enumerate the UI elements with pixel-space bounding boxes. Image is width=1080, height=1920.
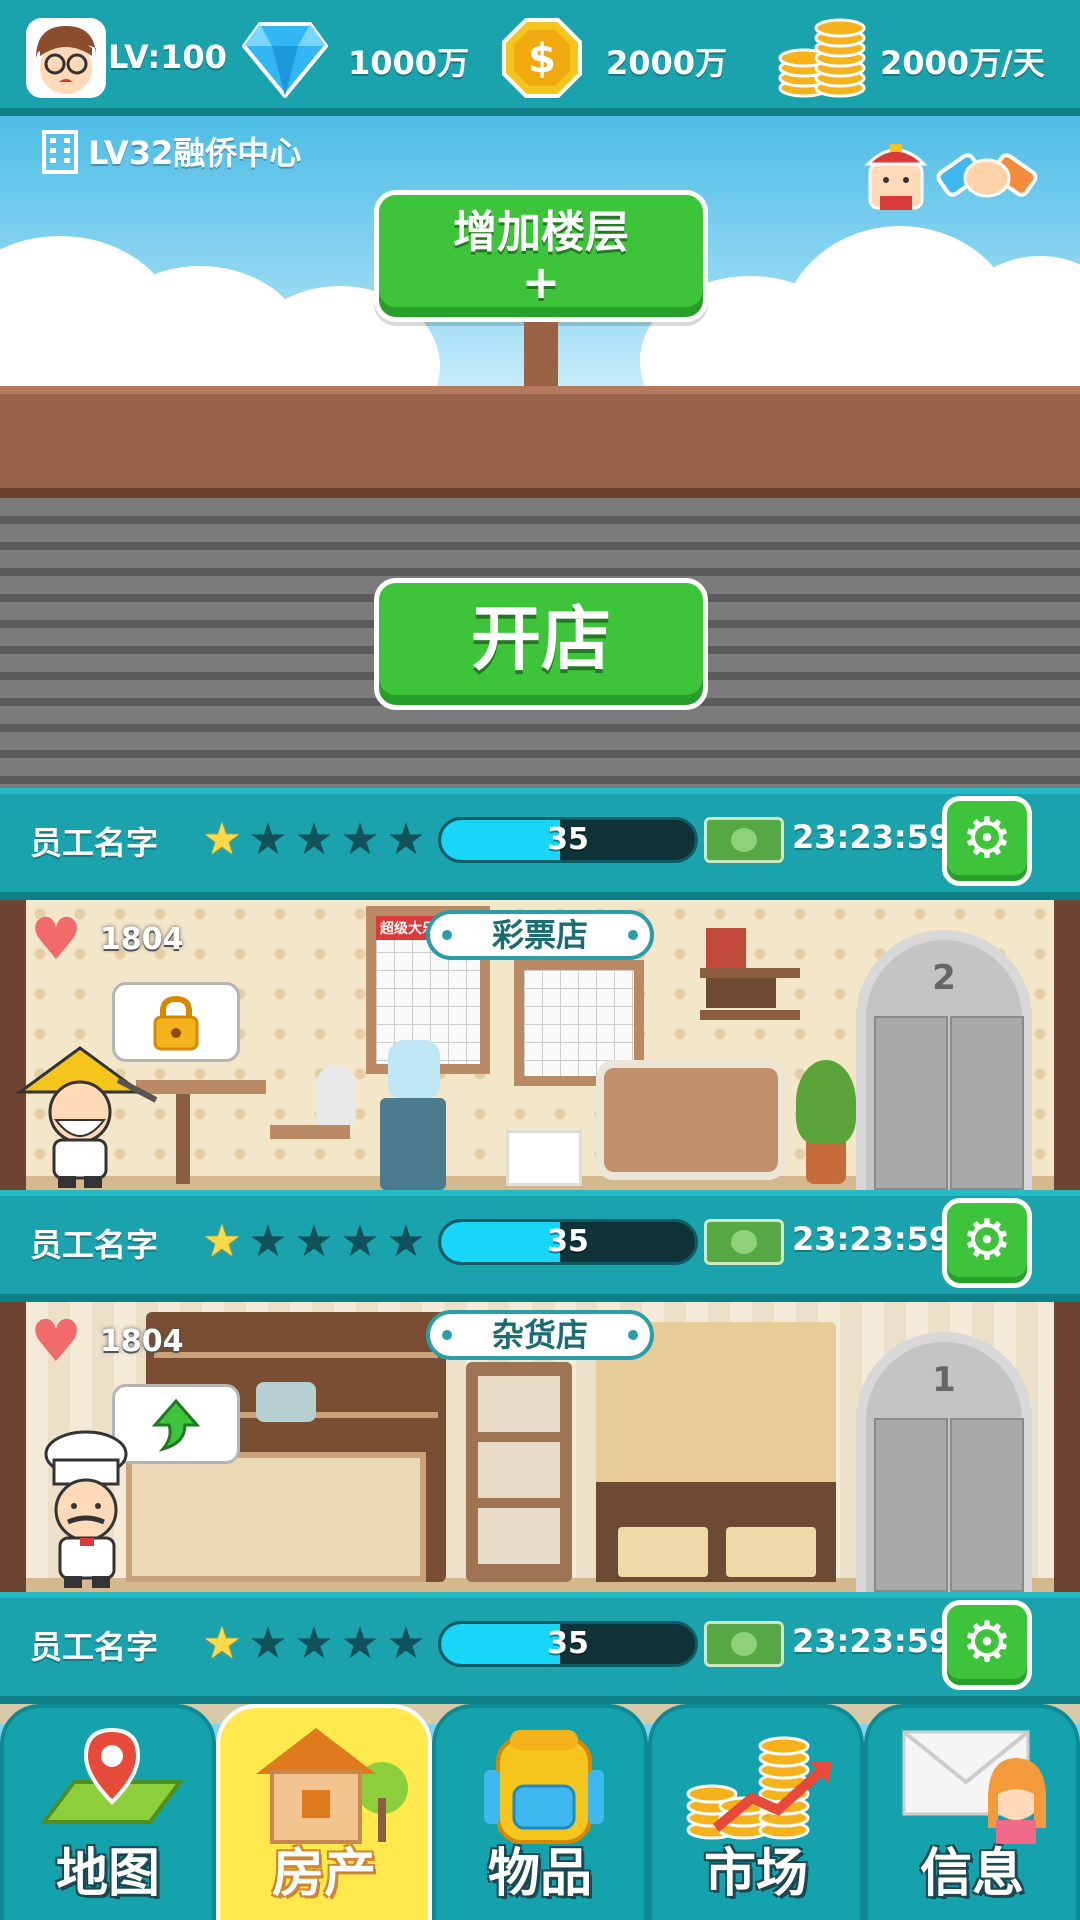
nav-tab-items[interactable]: 物品 (432, 1704, 648, 1920)
settings-button[interactable]: ⚙ (942, 796, 1032, 886)
settings-button[interactable]: ⚙ (942, 1198, 1032, 1288)
employee-name[interactable]: 员工名字 (30, 1622, 158, 1668)
star-rating: ★ ★ ★ ★ ★ (202, 1216, 426, 1267)
nav-label: 地图 (55, 1844, 160, 1904)
nav-tab-property[interactable]: 房产 (216, 1704, 432, 1920)
diamond-icon (241, 20, 329, 100)
coin-count: 2000万 (606, 44, 728, 82)
star-empty-icon: ★ (294, 1216, 334, 1267)
nav-label: 信息 (919, 1844, 1024, 1904)
coins-chart-icon (686, 1736, 832, 1840)
employee-name[interactable]: 员工名字 (30, 818, 158, 864)
nav-label: 市场 (703, 1844, 808, 1904)
progress-bar: 35 (438, 1219, 698, 1265)
building-icon (38, 128, 82, 174)
countdown-timer: 23:23:59 (792, 818, 952, 856)
roof (0, 386, 1080, 498)
worker-character[interactable] (10, 1040, 160, 1190)
star-empty-icon: ★ (340, 1618, 380, 1669)
star-empty-icon: ★ (294, 814, 334, 865)
star-filled-icon: ★ (202, 1216, 242, 1267)
settings-button[interactable]: ⚙ (942, 1600, 1032, 1690)
cash-icon (704, 1621, 784, 1667)
mail-icon (902, 1730, 1046, 1844)
coin-stack-icon (776, 18, 868, 100)
gear-icon: ⚙ (961, 1610, 1013, 1675)
backpack-icon (484, 1730, 604, 1844)
employee-name[interactable]: 员工名字 (30, 1220, 158, 1266)
progress-bar: 35 (438, 817, 698, 863)
star-filled-icon: ★ (202, 1618, 242, 1669)
gear-icon: ⚙ (961, 1208, 1013, 1273)
progress-value: 35 (547, 822, 589, 857)
nav-tab-market[interactable]: 市场 (648, 1704, 864, 1920)
chef-character[interactable] (24, 1430, 154, 1590)
svg-text:$: $ (528, 36, 556, 82)
shop-name-sign: 杂货店 (426, 1310, 654, 1360)
elevator[interactable]: 1 (856, 1332, 1032, 1592)
star-empty-icon: ★ (386, 1618, 426, 1669)
gear-icon: ⚙ (961, 806, 1013, 871)
diamond-count: 1000万 (348, 44, 470, 82)
progress-value: 35 (547, 1626, 589, 1661)
star-empty-icon: ★ (248, 1216, 288, 1267)
handshake-icon[interactable] (936, 134, 1038, 216)
shop-name-sign: 彩票店 (426, 910, 654, 960)
nav-tab-map[interactable]: 地图 (0, 1704, 216, 1920)
coin-icon: $ (502, 18, 582, 98)
map-icon (40, 1727, 184, 1824)
building-name: LV32融侨中心 (88, 134, 302, 172)
upgrade-arrow-icon (151, 1398, 201, 1452)
add-floor-button[interactable]: 增加楼层 + (374, 190, 708, 322)
likes-count: 1804 (100, 922, 184, 957)
countdown-timer: 23:23:59 (792, 1622, 952, 1660)
daily-income: 2000万/天 (880, 44, 1045, 82)
star-empty-icon: ★ (386, 1216, 426, 1267)
nav-tab-messages[interactable]: 信息 (864, 1704, 1080, 1920)
nav-label: 物品 (487, 1844, 592, 1904)
star-empty-icon: ★ (294, 1618, 334, 1669)
cash-icon (704, 817, 784, 863)
nav-label: 房产 (271, 1844, 376, 1904)
progress-bar: 35 (438, 1621, 698, 1667)
star-empty-icon: ★ (248, 814, 288, 865)
elevator[interactable]: 2 (856, 930, 1032, 1190)
star-rating: ★ ★ ★ ★ ★ (202, 1618, 426, 1669)
elevator-floor-number: 2 (932, 958, 956, 998)
countdown-timer: 23:23:59 (792, 1220, 952, 1258)
progress-value: 35 (547, 1224, 589, 1259)
heart-icon: ♥ (30, 1307, 82, 1375)
add-floor-label: 增加楼层 (453, 207, 629, 258)
likes-count: 1804 (100, 1324, 184, 1359)
star-empty-icon: ★ (340, 1216, 380, 1267)
player-level: LV:100 (108, 38, 227, 76)
doorman-icon[interactable] (860, 134, 932, 216)
star-empty-icon: ★ (386, 814, 426, 865)
heart-icon: ♥ (30, 905, 82, 973)
star-rating: ★ ★ ★ ★ ★ (202, 814, 426, 865)
sign-post (524, 322, 558, 386)
add-floor-plus: + (521, 255, 561, 309)
star-empty-icon: ★ (340, 814, 380, 865)
house-icon (256, 1728, 408, 1844)
elevator-floor-number: 1 (932, 1360, 956, 1400)
player-avatar[interactable] (26, 18, 106, 98)
cash-icon (704, 1219, 784, 1265)
star-filled-icon: ★ (202, 814, 242, 865)
open-shop-button[interactable]: 开店 (374, 578, 708, 710)
star-empty-icon: ★ (248, 1618, 288, 1669)
